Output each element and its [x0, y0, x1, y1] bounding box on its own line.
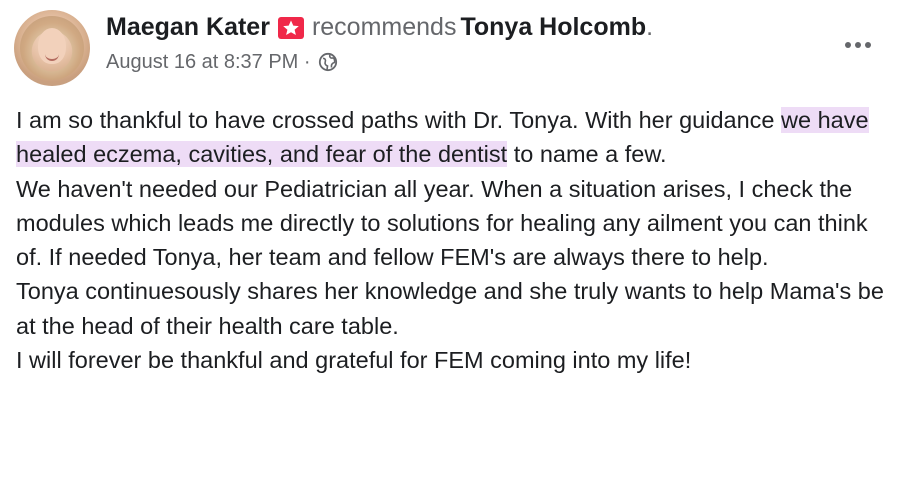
- title-period: .: [646, 13, 654, 41]
- more-dots-icon: [845, 42, 851, 48]
- meta-separator: ·: [303, 51, 311, 73]
- author-name[interactable]: Maegan Kater: [106, 13, 270, 41]
- more-options-button[interactable]: [836, 34, 880, 56]
- paragraph-text: I am so thankful to have crossed paths w…: [16, 107, 782, 133]
- avatar[interactable]: [14, 10, 90, 86]
- recommendation-post: Maegan Kater recommends Tonya Holcomb. Aug…: [0, 0, 908, 486]
- post-paragraph: We haven't needed our Pediatrician all y…: [16, 175, 868, 271]
- recommend-star-icon: [277, 17, 304, 39]
- post-header: Maegan Kater recommends Tonya Holcomb. Aug…: [14, 8, 894, 88]
- globe-icon[interactable]: [318, 52, 338, 80]
- post-body: I am so thankful to have crossed paths w…: [16, 103, 896, 377]
- post-paragraph: I am so thankful to have crossed paths w…: [16, 103, 896, 172]
- post-meta: Maegan Kater recommends Tonya Holcomb. Aug…: [106, 10, 846, 80]
- post-title-line: Maegan Kater recommends Tonya Holcomb.: [106, 10, 846, 44]
- post-paragraph: I will forever be thankful and grateful …: [16, 347, 692, 374]
- more-dots-icon: [855, 42, 861, 48]
- post-subtitle-line: August 16 at 8:37 PM ·: [106, 48, 846, 80]
- post-timestamp[interactable]: August 16 at 8:37 PM: [106, 51, 298, 73]
- more-dots-icon: [865, 42, 871, 48]
- action-text: recommends: [311, 13, 457, 41]
- paragraph-text: to name a few.: [507, 141, 667, 168]
- post-paragraph: Tonya continuesously shares her knowledg…: [16, 278, 884, 339]
- recommended-page-name[interactable]: Tonya Holcomb: [460, 13, 646, 41]
